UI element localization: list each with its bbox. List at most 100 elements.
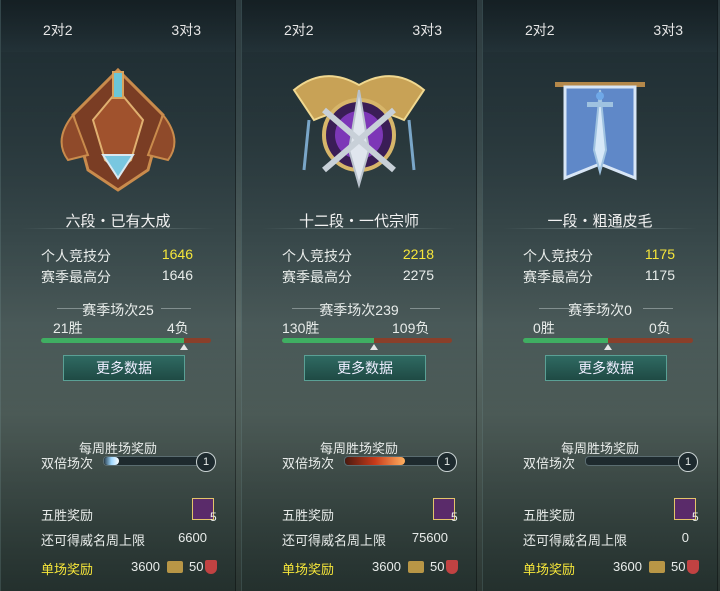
- double-progress-bar: [344, 456, 446, 466]
- single-reward-row: 单场奖励 3600 50: [282, 559, 458, 578]
- win-loss-bar: [41, 338, 211, 350]
- more-data-button[interactable]: 更多数据: [63, 355, 185, 381]
- score-label: 个人竞技分: [282, 248, 352, 264]
- weekly-cap-row: 还可得威名周上限 6600: [41, 530, 207, 549]
- single-reward-row: 单场奖励 3600 50: [41, 559, 217, 578]
- season-count: 赛季场次0: [568, 302, 632, 318]
- losses-count: 109负: [392, 320, 430, 336]
- mode-tabs: 2对2 3对3: [1, 0, 235, 52]
- shield-icon: [687, 560, 699, 574]
- five-win-label: 五胜奖励: [41, 508, 94, 523]
- more-data-button[interactable]: 更多数据: [304, 355, 426, 381]
- double-progress-bar: [585, 456, 687, 466]
- divider: [161, 308, 191, 309]
- rank-panel-bronze: 2对2 3对3 六段・已有大成 个人竞技分 1646 赛季最高分 1646 赛季…: [0, 0, 236, 591]
- single-reward-row: 单场奖励 3600 50: [523, 559, 699, 578]
- divider: [21, 228, 215, 229]
- cap-value: 0: [681, 530, 689, 545]
- coin-icon: [408, 561, 424, 573]
- cap-label: 还可得威名周上限: [282, 533, 387, 548]
- win-loss-bar: [523, 338, 693, 350]
- ratio-marker: [604, 344, 612, 350]
- score-value: 1646: [161, 246, 193, 262]
- wins-count: 130胜: [282, 320, 320, 336]
- tab-2v2[interactable]: 2对2: [43, 20, 73, 40]
- coin-icon: [649, 561, 665, 573]
- best-row: 赛季最高分 1646: [41, 267, 193, 285]
- double-progress-fill: [345, 457, 405, 465]
- double-label: 双倍场次: [282, 456, 335, 471]
- double-label: 双倍场次: [41, 456, 94, 471]
- blue-banner-sword-icon: [555, 82, 645, 181]
- double-progress-bar: [103, 456, 205, 466]
- tab-3v3[interactable]: 3对3: [412, 20, 442, 40]
- win-fill: [282, 338, 374, 343]
- double-count-badge: 1: [196, 452, 216, 472]
- score-row: 个人竞技分 2218: [282, 246, 434, 264]
- gold-amount: 3600: [131, 559, 160, 574]
- divider: [410, 308, 440, 309]
- best-row: 赛季最高分 1175: [523, 267, 675, 285]
- honor-amount: 50: [430, 559, 445, 574]
- divider: [262, 228, 456, 229]
- divider: [503, 228, 697, 229]
- rank-panel-purple: 2对2 3对3 十二段・一代宗师 个人竞技分 2218 赛季最高分 2275 赛…: [241, 0, 477, 591]
- double-count-badge: 1: [678, 452, 698, 472]
- best-label: 赛季最高分: [41, 269, 111, 285]
- best-value: 2275: [402, 267, 434, 283]
- shield-icon: [205, 560, 217, 574]
- tab-3v3[interactable]: 3对3: [171, 20, 201, 40]
- honor-amount: 50: [189, 559, 204, 574]
- win-fill: [523, 338, 608, 343]
- single-label: 单场奖励: [523, 562, 576, 577]
- cap-label: 还可得威名周上限: [523, 533, 628, 548]
- mode-tabs: 2对2 3对3: [483, 0, 717, 52]
- tab-2v2[interactable]: 2对2: [284, 20, 314, 40]
- score-row: 个人竞技分 1646: [41, 246, 193, 264]
- cap-value: 75600: [411, 530, 448, 545]
- best-label: 赛季最高分: [523, 269, 593, 285]
- cap-label: 还可得威名周上限: [41, 533, 146, 548]
- weekly-cap-row: 还可得威名周上限 75600: [282, 530, 448, 549]
- more-data-button[interactable]: 更多数据: [545, 355, 667, 381]
- gold-amount: 3600: [372, 559, 401, 574]
- double-count-badge: 1: [437, 452, 457, 472]
- win-fill: [41, 338, 184, 343]
- double-label: 双倍场次: [523, 456, 576, 471]
- rank-panel-blue: 2对2 3对3 一段・粗通皮毛 个人竞技分 1175 赛季最高分 1175 赛季…: [482, 0, 718, 591]
- gold-amount: 3600: [613, 559, 642, 574]
- ratio-marker: [179, 344, 188, 350]
- honor-amount: 50: [671, 559, 686, 574]
- chest-count: 5: [692, 510, 699, 524]
- score-label: 个人竞技分: [41, 248, 111, 264]
- single-label: 单场奖励: [41, 562, 94, 577]
- score-value: 2218: [402, 246, 434, 262]
- weekly-cap-row: 还可得威名周上限 0: [523, 530, 689, 549]
- cap-value: 6600: [178, 530, 207, 545]
- season-count: 赛季场次25: [82, 302, 154, 318]
- tab-3v3[interactable]: 3对3: [653, 20, 683, 40]
- best-value: 1175: [644, 267, 675, 283]
- bronze-crest-icon: [60, 67, 176, 192]
- ratio-marker: [369, 344, 378, 350]
- score-label: 个人竞技分: [523, 248, 593, 264]
- mode-tabs: 2对2 3对3: [242, 0, 476, 52]
- purple-winged-crest-icon: [292, 75, 426, 189]
- coin-icon: [167, 561, 183, 573]
- five-win-label: 五胜奖励: [282, 508, 335, 523]
- shield-icon: [446, 560, 458, 574]
- score-row: 个人竞技分 1175: [523, 246, 675, 264]
- score-value: 1175: [644, 246, 675, 262]
- season-count: 赛季场次239: [319, 302, 399, 318]
- divider: [643, 308, 673, 309]
- win-loss-bar: [282, 338, 452, 350]
- losses-count: 0负: [649, 320, 671, 336]
- double-progress-fill: [104, 457, 119, 465]
- five-win-label: 五胜奖励: [523, 508, 576, 523]
- losses-count: 4负: [167, 320, 189, 336]
- wins-count: 21胜: [53, 320, 83, 336]
- best-label: 赛季最高分: [282, 269, 352, 285]
- chest-count: 5: [210, 510, 217, 524]
- tab-2v2[interactable]: 2对2: [525, 20, 555, 40]
- chest-count: 5: [451, 510, 458, 524]
